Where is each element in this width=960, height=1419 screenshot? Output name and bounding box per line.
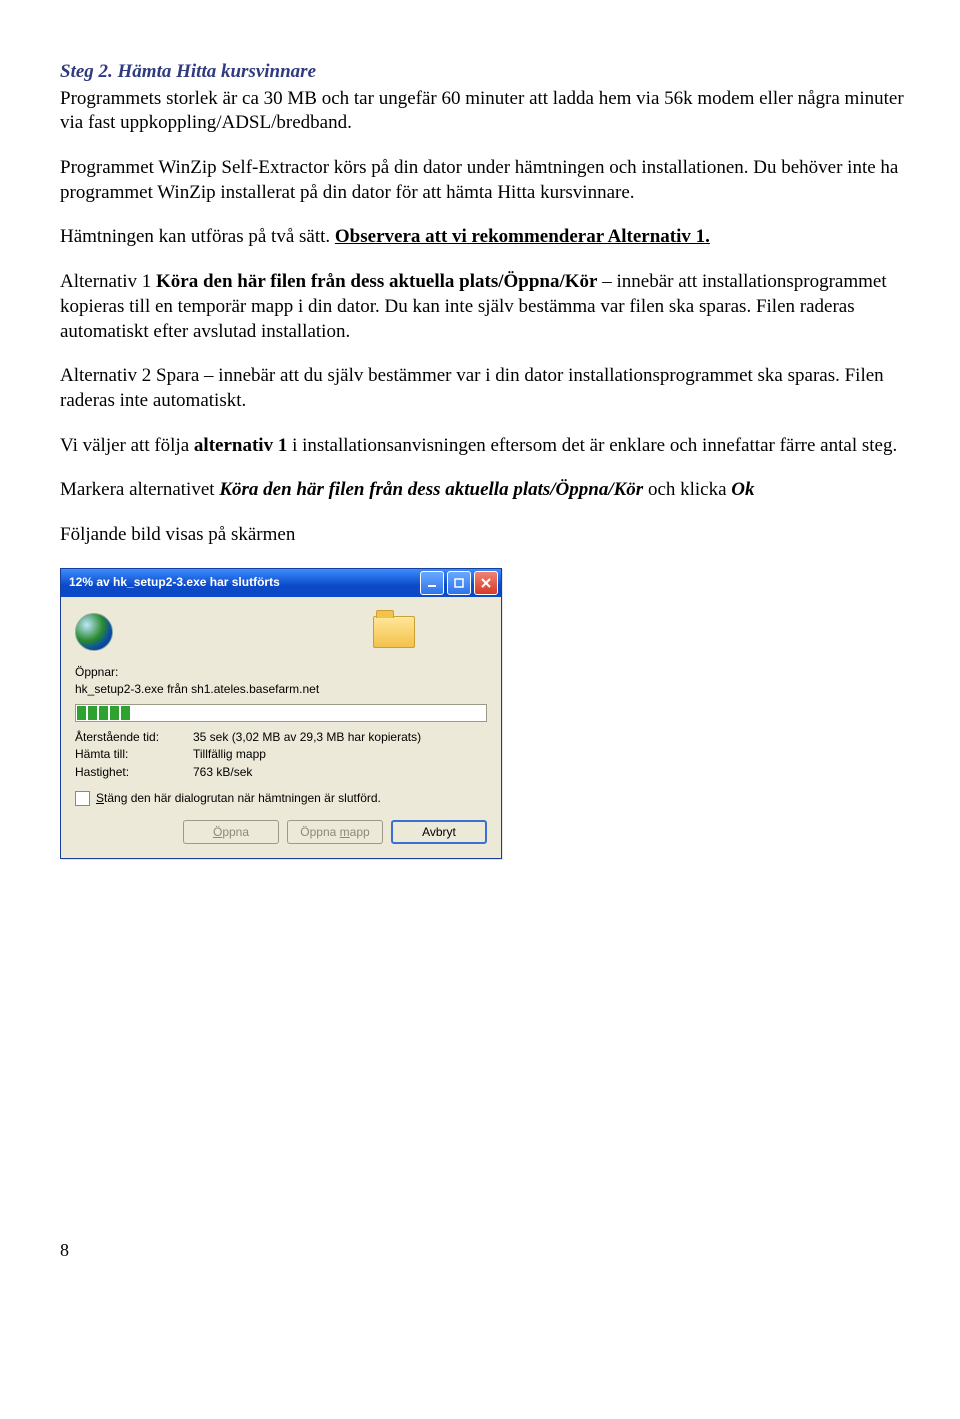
remaining-value: 35 sek (3,02 MB av 29,3 MB har kopierats… <box>193 730 421 746</box>
opening-label: Öppnar: <box>75 665 487 681</box>
folder-icon <box>373 616 415 648</box>
minimize-button[interactable] <box>420 571 444 595</box>
step-heading: Steg 2. Hämta Hitta kursvinnare <box>60 60 910 85</box>
cancel-button[interactable]: Avbryt <box>391 820 487 844</box>
close-when-done-row[interactable]: Stäng den här dialogrutan när hämtningen… <box>75 791 487 807</box>
dialog-body: Öppnar: hk_setup2-3.exe från sh1.ateles.… <box>61 597 501 859</box>
opening-value: hk_setup2-3.exe från sh1.ateles.basefarm… <box>75 682 487 698</box>
paragraph-alt2: Alternativ 2 Spara – innebär att du själ… <box>60 364 910 413</box>
instruction-option: Köra den här filen från dess aktuella pl… <box>219 479 643 500</box>
text: Alternativ 1 <box>60 271 156 292</box>
text: Hämtningen kan utföras på två sätt. <box>60 226 335 247</box>
text: Markera alternativet <box>60 479 219 500</box>
alt1-bold: Köra den här filen från dess aktuella pl… <box>156 271 597 292</box>
checkbox-label: Stäng den här dialogrutan när hämtningen… <box>96 791 381 807</box>
paragraph-following-image: Följande bild visas på skärmen <box>60 523 910 548</box>
dialog-title: 12% av hk_setup2-3.exe har slutförts <box>69 575 420 591</box>
alt1-label: alternativ 1 <box>194 435 287 456</box>
progress-bar <box>75 704 487 722</box>
instruction-ok: Ok <box>731 479 754 500</box>
checkbox-icon[interactable] <box>75 791 90 806</box>
paragraph-two-ways: Hämtningen kan utföras på två sätt. Obse… <box>60 225 910 250</box>
download-dialog: 12% av hk_setup2-3.exe har slutförts Öpp… <box>60 568 502 860</box>
paragraph-winzip: Programmet WinZip Self-Extractor körs på… <box>60 156 910 205</box>
paragraph-instruction: Markera alternativet Köra den här filen … <box>60 478 910 503</box>
text: och klicka <box>643 479 731 500</box>
dest-row: Hämta till: Tillfällig mapp <box>75 747 487 763</box>
dialog-buttons: Öppna Öppna mapp Avbryt <box>75 820 487 844</box>
globe-icon <box>75 613 113 651</box>
remaining-label: Återstående tid: <box>75 730 193 746</box>
paragraph-choice: Vi väljer att följa alternativ 1 i insta… <box>60 434 910 459</box>
dialog-titlebar[interactable]: 12% av hk_setup2-3.exe har slutförts <box>61 569 501 597</box>
speed-row: Hastighet: 763 kB/sek <box>75 765 487 781</box>
paragraph-alt1: Alternativ 1 Köra den här filen från des… <box>60 270 910 344</box>
text: Vi väljer att följa <box>60 435 194 456</box>
paragraph-intro: Programmets storlek är ca 30 MB och tar … <box>60 87 910 136</box>
dest-value: Tillfällig mapp <box>193 747 266 763</box>
maximize-button[interactable] <box>447 571 471 595</box>
speed-value: 763 kB/sek <box>193 765 252 781</box>
open-button: Öppna <box>183 820 279 844</box>
page-number: 8 <box>60 1239 910 1262</box>
speed-label: Hastighet: <box>75 765 193 781</box>
close-button[interactable] <box>474 571 498 595</box>
dest-label: Hämta till: <box>75 747 193 763</box>
open-folder-button: Öppna mapp <box>287 820 383 844</box>
emphasis-recommend: Observera att vi rekommenderar Alternati… <box>335 226 710 247</box>
remaining-row: Återstående tid: 35 sek (3,02 MB av 29,3… <box>75 730 487 746</box>
text: i installationsanvisningen eftersom det … <box>287 435 897 456</box>
